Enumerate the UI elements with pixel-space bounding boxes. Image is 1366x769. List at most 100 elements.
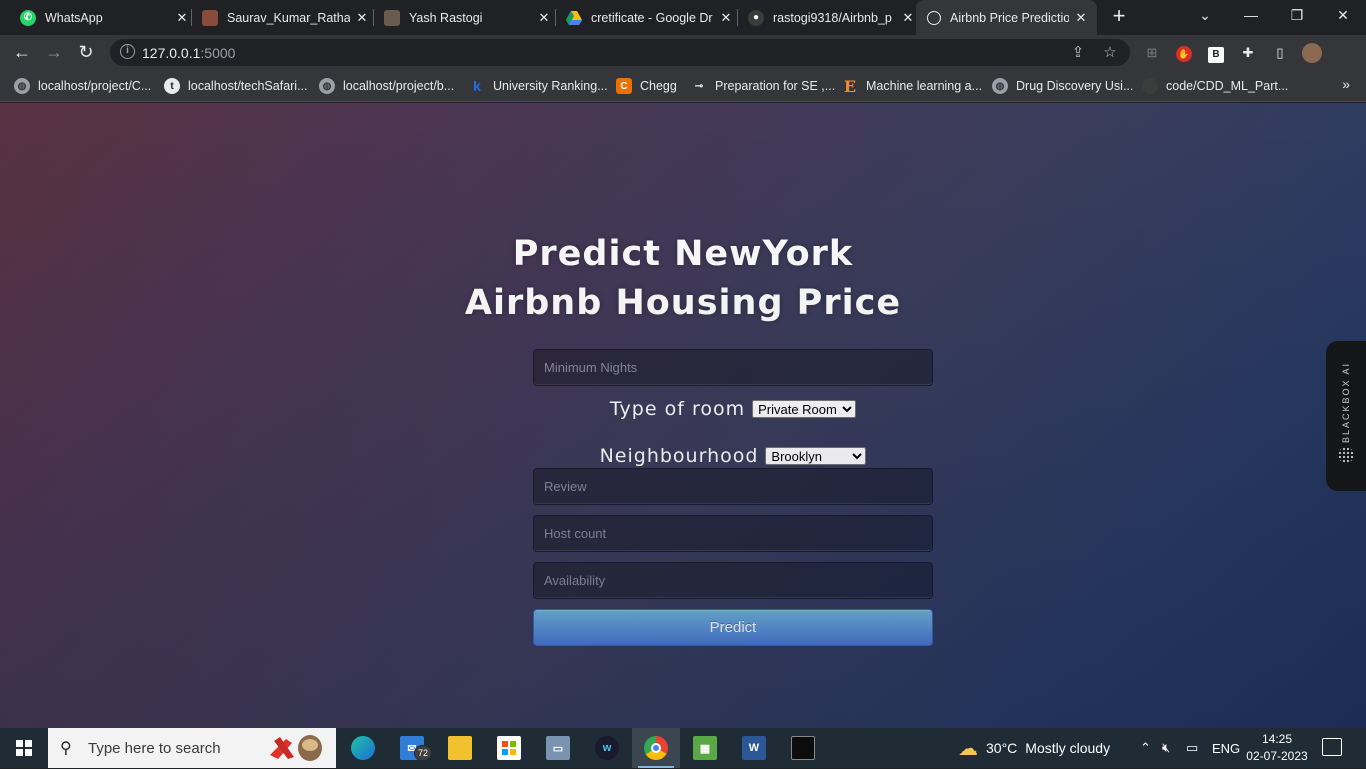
minimize-button[interactable]: —	[1228, 0, 1274, 30]
predict-button[interactable]: Predict	[533, 609, 933, 646]
restore-button[interactable]: ❐	[1274, 0, 1320, 30]
taskbar-remote-desktop[interactable]: ▭	[534, 728, 582, 768]
bookmark-item[interactable]: ◍ localhost/project/C...	[14, 76, 151, 96]
globe-icon: ◍	[992, 78, 1008, 94]
tab-search-button[interactable]: ⌄	[1182, 0, 1228, 30]
bookmarks-overflow-button[interactable]: »	[1342, 76, 1350, 92]
taskbar-search-box[interactable]: ⚲ Type here to search	[48, 728, 336, 768]
e-icon: E	[843, 76, 857, 96]
bookmark-item[interactable]: t localhost/techSafari...	[164, 76, 308, 96]
taskbar-chrome[interactable]	[632, 728, 680, 768]
tab-airbnb-active[interactable]: Airbnb Price Predictio ✕	[916, 0, 1097, 35]
taskbar-terminal[interactable]	[779, 728, 827, 768]
reload-button[interactable]: ↻	[74, 40, 98, 64]
battery-icon[interactable]: ▭	[1186, 728, 1198, 768]
close-icon[interactable]: ✕	[718, 10, 734, 26]
close-icon[interactable]: ✕	[536, 10, 552, 26]
word-icon: W	[742, 736, 766, 760]
site-info-icon[interactable]: i	[120, 44, 135, 59]
notification-icon[interactable]	[1322, 738, 1342, 756]
new-tab-button[interactable]: +	[1108, 5, 1130, 27]
side-panel-icon[interactable]: ▯	[1270, 43, 1290, 63]
weather-description: Mostly cloudy	[1025, 740, 1111, 756]
availability-input[interactable]	[533, 562, 933, 599]
address-bar[interactable]: i 127.0.0.1:5000 ⇪ ☆	[110, 39, 1130, 66]
bookmark-item[interactable]: k University Ranking...	[469, 76, 608, 96]
taskbar-spreadsheet[interactable]: ▦	[681, 728, 729, 768]
clock[interactable]: 14:25 02-07-2023	[1245, 731, 1309, 765]
blackbox-ai-widget[interactable]: BLACKBOX AI	[1326, 341, 1366, 491]
taskbar-mail[interactable]: ✉ 72	[388, 728, 436, 768]
taskbar-edge[interactable]	[339, 728, 387, 768]
taskbar-store[interactable]	[485, 728, 533, 768]
start-button[interactable]	[0, 728, 48, 768]
weather-widget[interactable]: ☁ 30°C Mostly cloudy	[958, 728, 1110, 768]
minimum-nights-input[interactable]	[533, 349, 933, 386]
bookmark-label: Drug Discovery Usi...	[1016, 79, 1134, 93]
close-window-button[interactable]: ✕	[1320, 0, 1366, 30]
room-type-label: Type of room	[609, 398, 746, 420]
tab-separator	[555, 9, 556, 26]
bookmark-label: University Ranking...	[493, 79, 608, 93]
tab-saurav[interactable]: Saurav_Kumar_Rathau ✕	[194, 0, 370, 35]
close-icon[interactable]: ✕	[354, 10, 370, 26]
back-button[interactable]: ←	[10, 40, 34, 64]
taskbar-webex[interactable]: w	[583, 728, 631, 768]
bookmark-label: Preparation for SE ,...	[715, 79, 836, 93]
edge-icon	[351, 736, 375, 760]
adblock-extension-icon[interactable]: ✋	[1174, 43, 1194, 63]
profile-avatar[interactable]	[1302, 43, 1322, 63]
folder-icon	[448, 736, 472, 760]
monitor-icon: ▭	[546, 736, 570, 760]
extensions-puzzle-icon[interactable]: ✚	[1238, 43, 1258, 63]
forward-button[interactable]: →	[42, 40, 66, 64]
language-indicator[interactable]: ENG	[1212, 728, 1240, 768]
bookmark-item[interactable]: C Chegg	[616, 76, 677, 96]
clock-date: 02-07-2023	[1246, 749, 1308, 763]
tab-strip: ✆ WhatsApp ✕ Saurav_Kumar_Rathau ✕ Yash …	[0, 0, 1366, 35]
bookmark-item[interactable]: ● code/CDD_ML_Part...	[1142, 76, 1288, 96]
tab-google-drive[interactable]: cretificate - Google Dr ✕	[558, 0, 734, 35]
bookmark-label: Machine learning a...	[866, 79, 983, 93]
tab-github[interactable]: ● rastogi9318/Airbnb_p ✕	[740, 0, 916, 35]
close-icon[interactable]: ✕	[174, 10, 190, 26]
profile-photo-icon	[202, 9, 218, 26]
globe-icon: ◍	[319, 78, 335, 94]
search-icon: ⚲	[60, 740, 72, 757]
whatsapp-icon: ✆	[20, 9, 36, 26]
bookmark-item[interactable]: ⊸ Preparation for SE ,...	[691, 76, 835, 96]
windows-logo-icon	[16, 740, 32, 756]
tab-title: Airbnb Price Predictio	[950, 10, 1069, 25]
tab-yash[interactable]: Yash Rastogi ✕	[376, 0, 552, 35]
bookmark-item[interactable]: ◍ localhost/project/b...	[319, 76, 454, 96]
taskbar-file-explorer[interactable]	[436, 728, 484, 768]
share-icon[interactable]: ⇪	[1068, 43, 1088, 63]
page-title-line1: Predict NewYork	[512, 234, 854, 274]
tray-overflow-icon[interactable]: ⌃	[1140, 728, 1151, 768]
room-type-select[interactable]: Private Room	[752, 400, 857, 418]
neighbourhood-row: Neighbourhood Brooklyn	[433, 445, 1033, 467]
host-count-input[interactable]	[533, 515, 933, 552]
page-content: Predict NewYork Airbnb Housing Price Typ…	[0, 103, 1366, 728]
taskbar-word[interactable]: W	[730, 728, 778, 768]
close-icon[interactable]: ✕	[900, 10, 916, 26]
neighbourhood-select[interactable]: Brooklyn	[765, 447, 867, 465]
b-extension-icon[interactable]: B	[1206, 43, 1226, 63]
bookmark-star-icon[interactable]: ☆	[1100, 43, 1120, 63]
github-icon: ●	[748, 9, 764, 26]
tab-separator	[373, 9, 374, 26]
bookmark-item[interactable]: ◍ Drug Discovery Usi...	[992, 76, 1133, 96]
url-port: :5000	[200, 45, 236, 61]
bookmark-label: Chegg	[640, 79, 677, 93]
close-icon[interactable]: ✕	[1073, 10, 1089, 26]
github-icon: ●	[1142, 78, 1158, 94]
google-drive-icon	[566, 10, 582, 26]
spreadsheet-icon: ▦	[693, 736, 717, 760]
bookmark-label: localhost/project/C...	[38, 79, 152, 93]
windows-taskbar: ⚲ Type here to search ✉ 72 ▭ w ▦ W ☁ 30°C…	[0, 728, 1366, 768]
bookmark-item[interactable]: E Machine learning a...	[842, 76, 982, 96]
grid-extension-icon[interactable]: ⊞	[1142, 43, 1162, 63]
tab-whatsapp[interactable]: ✆ WhatsApp ✕	[12, 0, 190, 35]
review-input[interactable]	[533, 468, 933, 505]
volume-muted-icon[interactable]: 🔇︎	[1162, 728, 1170, 768]
